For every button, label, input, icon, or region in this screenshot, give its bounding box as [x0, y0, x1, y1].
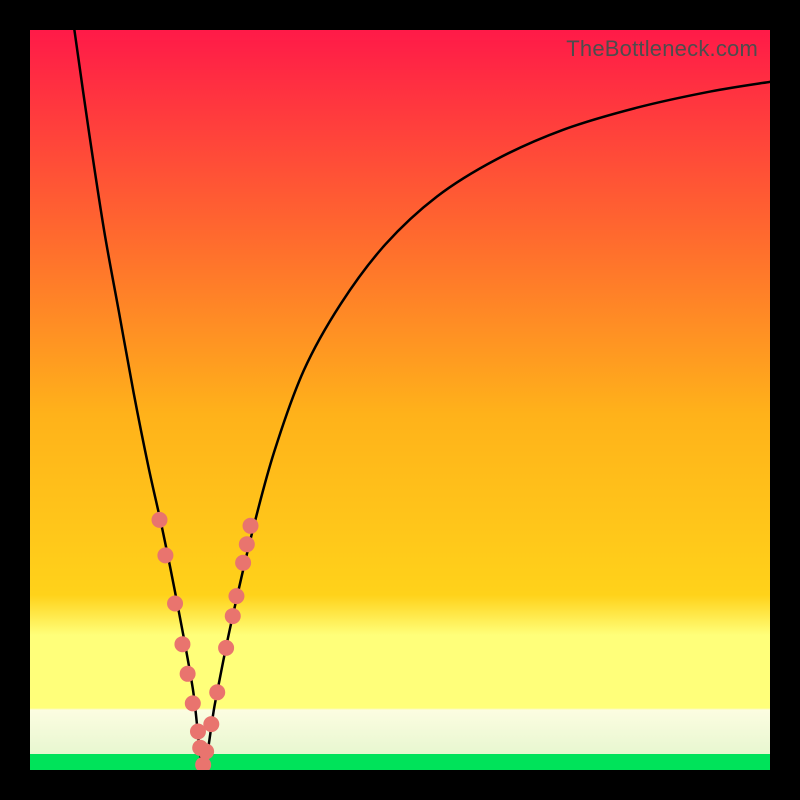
highlight-markers	[152, 512, 259, 770]
highlight-marker	[157, 547, 173, 563]
highlight-marker	[228, 588, 244, 604]
highlight-marker	[174, 636, 190, 652]
highlight-marker	[185, 695, 201, 711]
highlight-marker	[203, 716, 219, 732]
outer-frame: TheBottleneck.com	[0, 0, 800, 800]
curve-layer	[30, 30, 770, 770]
highlight-marker	[209, 684, 225, 700]
highlight-marker	[239, 536, 255, 552]
highlight-marker	[235, 555, 251, 571]
bottleneck-curve	[74, 30, 770, 766]
highlight-marker	[152, 512, 168, 528]
highlight-marker	[243, 518, 259, 534]
highlight-marker	[198, 744, 214, 760]
highlight-marker	[225, 608, 241, 624]
highlight-marker	[167, 596, 183, 612]
highlight-marker	[180, 666, 196, 682]
plot-area: TheBottleneck.com	[30, 30, 770, 770]
highlight-marker	[218, 640, 234, 656]
